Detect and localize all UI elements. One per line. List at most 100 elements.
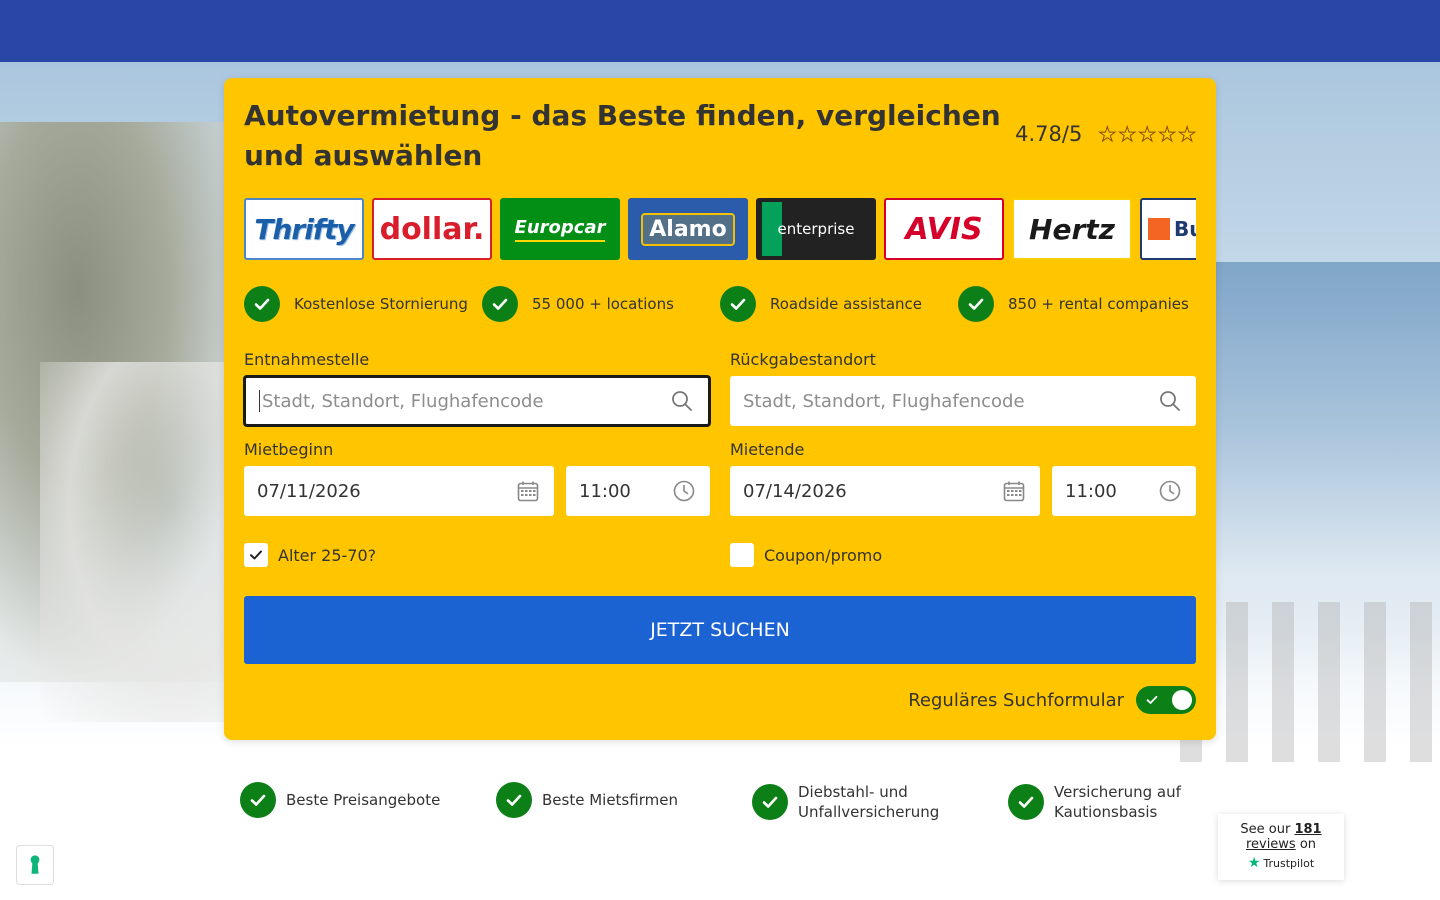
rental-end-label: Mietende: [730, 440, 805, 459]
star-icon: ★: [1178, 122, 1197, 146]
check-circle-icon: [244, 286, 280, 322]
rating-stars: ★ ★ ★ ★ ★: [1098, 122, 1197, 146]
toggle-knob: [1172, 690, 1192, 710]
rental-start-date-value: 07/11/2026: [257, 480, 361, 502]
benefit-line: Diebstahl- und: [798, 783, 908, 801]
clock-icon: [673, 480, 695, 502]
rental-start-time-input[interactable]: 11:00: [566, 466, 710, 516]
rental-start-label: Mietbeginn: [244, 440, 334, 459]
age-checkbox[interactable]: Alter 25-70?: [244, 543, 376, 567]
checkmark-icon: [1146, 695, 1158, 704]
coupon-checkbox[interactable]: Coupon/promo: [730, 543, 882, 567]
brand-logo-enterprise[interactable]: enterprise: [756, 198, 876, 260]
rating: 4.78/5 ★ ★ ★ ★ ★: [1015, 122, 1196, 146]
trustpilot-star-icon: ★: [1247, 855, 1261, 871]
trustpilot-text: See our 181: [1218, 822, 1344, 837]
toggle-label: Reguläres Suchformular: [908, 689, 1124, 711]
brand-logo-text: Europcar: [514, 217, 606, 242]
benefit-label: Versicherung auf Kautionsbasis: [1054, 782, 1181, 822]
trustpilot-logo: ★ Trustpilot: [1218, 856, 1344, 871]
benefit-line: Unfallversicherung: [798, 803, 940, 821]
trustpilot-suffix: on: [1299, 837, 1317, 852]
brand-logo-europcar[interactable]: Europcar: [500, 198, 620, 260]
benefit-label: Beste Preisangebote: [286, 790, 440, 810]
age-checkbox-label: Alter 25-70?: [278, 545, 377, 565]
check-circle-icon: [1008, 784, 1044, 820]
benefit-label: Diebstahl- und Unfallversicherung: [798, 782, 939, 822]
rental-start-date-input[interactable]: 07/11/2026: [244, 466, 554, 516]
calendar-icon: [517, 481, 539, 502]
rating-value: 4.78/5: [1015, 122, 1083, 146]
brand-logo-alamo[interactable]: Alamo: [628, 198, 748, 260]
rental-end-date-value: 07/14/2026: [743, 480, 847, 502]
text-cursor: [259, 390, 260, 412]
feature-item: 850 + rental companies: [958, 286, 1189, 322]
search-card: Autovermietung - das Beste finden, vergl…: [224, 78, 1216, 740]
brand-logo-thrifty[interactable]: Thrifty: [244, 198, 364, 260]
page-title: Autovermietung - das Beste finden, vergl…: [244, 99, 1001, 172]
feature-item: 55 000 + locations: [482, 286, 674, 322]
feature-item: Roadside assistance: [720, 286, 922, 322]
trustpilot-reviews-link[interactable]: reviews: [1246, 837, 1296, 852]
feature-list: Kostenlose Stornierung 55 000 + location…: [244, 286, 1196, 322]
calendar-icon: [1003, 481, 1025, 502]
check-circle-icon: [752, 784, 788, 820]
search-button[interactable]: JETZT SUCHEN: [244, 596, 1196, 664]
search-icon: [1160, 391, 1180, 411]
brand-logo-hertz[interactable]: Hertz: [1012, 198, 1132, 260]
rental-end-time-input[interactable]: 11:00: [1052, 466, 1196, 516]
brand-logo-carousel: Thrifty dollar. Europcar Alamo enterpris…: [244, 198, 1196, 260]
benefit-line: Kautionsbasis: [1054, 803, 1158, 821]
check-circle-icon: [720, 286, 756, 322]
benefit-item: Diebstahl- und Unfallversicherung: [752, 782, 939, 822]
brand-logo-text: enterprise: [777, 220, 855, 238]
dropoff-location-input[interactable]: Stadt, Standort, Flughafencode: [730, 376, 1196, 426]
feature-label: Roadside assistance: [770, 295, 922, 313]
pickup-location-placeholder: Stadt, Standort, Flughafencode: [262, 390, 544, 412]
pickup-location-input[interactable]: Stadt, Standort, Flughafencode: [244, 376, 710, 426]
regular-search-form-toggle-row: Reguläres Suchformular: [908, 686, 1196, 714]
benefit-item: Versicherung auf Kautionsbasis: [1008, 782, 1181, 822]
star-icon: ★: [1118, 122, 1137, 146]
benefits-list: Beste Preisangebote Beste Mietsfirmen Di…: [240, 782, 1240, 826]
regular-search-form-toggle[interactable]: [1136, 686, 1196, 714]
rental-end-time-value: 11:00: [1065, 480, 1117, 502]
pickup-location-label: Entnahmestelle: [244, 350, 370, 369]
brand-logo-dollar[interactable]: dollar.: [372, 198, 492, 260]
benefit-line: Versicherung auf: [1054, 783, 1181, 801]
feature-label: 850 + rental companies: [1008, 295, 1189, 313]
brand-logo-text: Bu: [1174, 217, 1196, 241]
top-navigation-bar: [0, 0, 1440, 62]
rental-start-time-value: 11:00: [579, 480, 631, 502]
star-icon: ★: [1098, 122, 1117, 146]
checkbox-checked[interactable]: [244, 543, 268, 567]
benefit-item: Beste Preisangebote: [240, 782, 440, 818]
brand-logo-text: Thrifty: [254, 212, 354, 246]
check-circle-icon: [958, 286, 994, 322]
brand-logo-text: Hertz: [1029, 212, 1115, 246]
privacy-settings-button[interactable]: [16, 845, 54, 885]
trustpilot-review-count[interactable]: 181: [1294, 822, 1321, 837]
hero-railing: [1180, 602, 1440, 762]
feature-item: Kostenlose Stornierung: [244, 286, 468, 322]
benefit-label: Beste Mietsfirmen: [542, 790, 678, 810]
trustpilot-widget[interactable]: See our 181 reviews on ★ Trustpilot: [1218, 814, 1344, 880]
check-circle-icon: [482, 286, 518, 322]
star-icon: ★: [1138, 122, 1157, 146]
checkmark-icon: [250, 550, 262, 560]
budget-logo-mark: [1148, 218, 1170, 240]
keyhole-icon: [30, 855, 40, 874]
checkbox-unchecked[interactable]: [730, 543, 754, 567]
benefit-line: Beste Mietsfirmen: [542, 791, 678, 809]
brand-logo-text: AVIS: [905, 211, 983, 247]
dropoff-location-placeholder: Stadt, Standort, Flughafencode: [743, 390, 1025, 412]
rental-end-date-input[interactable]: 07/14/2026: [730, 466, 1040, 516]
trustpilot-brand: Trustpilot: [1263, 857, 1315, 870]
coupon-checkbox-label: Coupon/promo: [764, 545, 883, 565]
brand-logo-budget[interactable]: Bu: [1140, 198, 1196, 260]
dropoff-location-label: Rückgabestandort: [730, 350, 876, 369]
clock-icon: [1159, 480, 1181, 502]
benefit-line: Beste Preisangebote: [286, 791, 441, 809]
feature-label: 55 000 + locations: [532, 295, 674, 313]
brand-logo-avis[interactable]: AVIS: [884, 198, 1004, 260]
